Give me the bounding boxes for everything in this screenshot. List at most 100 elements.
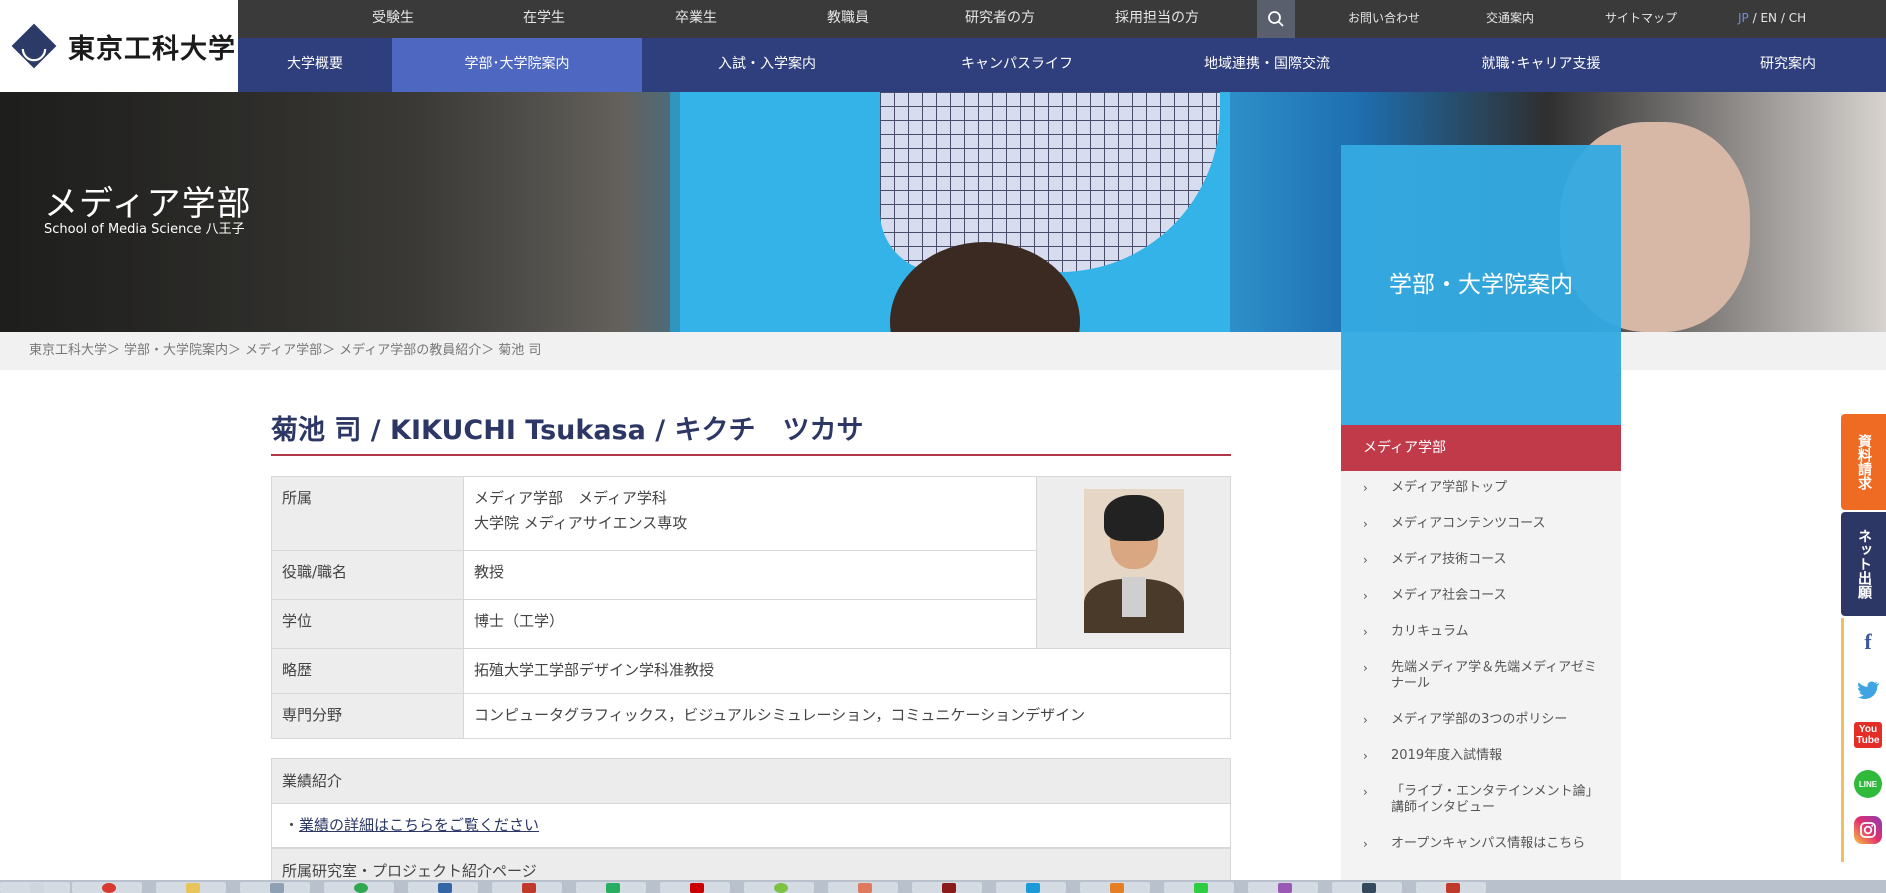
row-value: メディア学部 メディア学科 大学院 メディアサイエンス専攻 [463, 476, 1037, 551]
taskbar-item[interactable] [576, 882, 646, 893]
breadcrumb-faculty-list[interactable]: メディア学部の教員紹介＞ [339, 332, 494, 370]
photo-hair [1103, 494, 1164, 541]
twitter-icon[interactable] [1854, 676, 1882, 704]
row-value: 教授 [463, 550, 1037, 600]
breadcrumb-home[interactable]: 東京工科大学＞ [29, 332, 120, 370]
hero-subtitle: School of Media Science 八王子 [44, 222, 245, 237]
achievements-link[interactable]: 業績の詳細はこちらをご覧ください [299, 816, 539, 834]
taskbar-item[interactable] [828, 882, 898, 893]
row-value: 博士（工学） [463, 599, 1037, 649]
instagram-icon[interactable] [1854, 816, 1882, 844]
document-request-tab[interactable]: 資料請求 [1841, 414, 1886, 510]
taskbar-item[interactable] [492, 882, 562, 893]
taskbar-item[interactable] [240, 882, 310, 893]
profile-table: 所属 メディア学部 メディア学科 大学院 メディアサイエンス専攻 役職/職名 教… [271, 476, 1231, 739]
chevron-right-icon: › [1363, 749, 1368, 763]
topbar-link-researchers[interactable]: 研究者の方 [965, 0, 1035, 38]
lang-en[interactable]: / EN [1753, 11, 1777, 25]
table-row: 所属 メディア学部 メディア学科 大学院 メディアサイエンス専攻 [271, 476, 1231, 649]
nav-research[interactable]: 研究案内 [1690, 38, 1886, 92]
line-icon[interactable]: LINE [1854, 770, 1882, 798]
topbar-link-applicants[interactable]: 受験生 [372, 0, 414, 38]
side-panel-category[interactable]: メディア学部 [1341, 425, 1621, 471]
social-links: f You Tube LINE [1841, 618, 1886, 862]
logo-text: 東京工科大学 [68, 33, 236, 65]
chevron-right-icon: › [1363, 625, 1368, 639]
search-button[interactable] [1257, 0, 1295, 38]
side-menu: › メディア学部トップ › メディアコンテンツコース › メディア技術コース ›… [1341, 471, 1621, 893]
taskbar-item[interactable] [660, 882, 730, 893]
chevron-right-icon: › [1363, 481, 1368, 495]
youtube-label: You Tube [1854, 722, 1882, 748]
nav-faculties[interactable]: 学部･大学院案内 [392, 38, 642, 92]
affiliation-line-1: メディア学部 メディア学科 [474, 489, 667, 507]
chevron-right-icon: › [1363, 713, 1368, 727]
row-label: 略歴 [271, 648, 464, 694]
affiliation-line-2: 大学院 メディアサイエンス専攻 [474, 514, 688, 532]
topbar-link-recruiters[interactable]: 採用担当の方 [1115, 0, 1199, 38]
facebook-icon[interactable]: f [1854, 628, 1882, 656]
table-row: 専門分野 コンピュータグラフィックス，ビジュアルシミュレーション，コミュニケーシ… [271, 693, 1231, 739]
line-label: LINE [1858, 779, 1878, 789]
taskbar-item[interactable] [744, 882, 814, 893]
chevron-right-icon: › [1363, 661, 1368, 675]
top-utility-bar: 受験生 在学生 卒業生 教職員 研究者の方 採用担当の方 お問い合わせ 交通案内… [238, 0, 1886, 38]
topbar-link-staff[interactable]: 教職員 [827, 0, 869, 38]
search-icon [1268, 11, 1284, 27]
photo-cell [1036, 476, 1231, 649]
topbar-link-students[interactable]: 在学生 [523, 0, 565, 38]
row-value: コンピュータグラフィックス，ビジュアルシミュレーション，コミュニケーションデザイ… [463, 693, 1231, 739]
breadcrumb-media[interactable]: メディア学部＞ [245, 332, 335, 370]
taskbar-item[interactable] [912, 882, 982, 893]
university-logo[interactable]: 東京工科大学 [0, 0, 238, 92]
nav-admissions[interactable]: 入試・入学案内 [642, 38, 892, 92]
topbar-link-contact[interactable]: お問い合わせ [1348, 0, 1420, 38]
taskbar-item[interactable] [324, 882, 394, 893]
topbar-link-sitemap[interactable]: サイトマップ [1605, 0, 1677, 38]
table-row: 略歴 拓殖大学工学部デザイン学科准教授 [271, 648, 1231, 694]
row-label: 専門分野 [271, 693, 464, 739]
taskbar-item[interactable] [1248, 882, 1318, 893]
row-label: 所属 [271, 476, 464, 551]
title-underline [271, 454, 1231, 456]
taskbar-item[interactable] [1332, 882, 1402, 893]
main-navigation: 大学概要 学部･大学院案内 入試・入学案内 キャンパスライフ 地域連携・国際交流… [238, 38, 1886, 92]
breadcrumb: 東京工科大学＞ 学部・大学院案内＞ メディア学部＞ メディア学部の教員紹介＞ 菊… [29, 332, 545, 370]
youtube-icon[interactable]: You Tube [1854, 718, 1882, 752]
nav-about[interactable]: 大学概要 [238, 38, 392, 92]
side-panel-header: 学部・大学院案内 [1341, 145, 1621, 425]
topbar-link-alumni[interactable]: 卒業生 [675, 0, 717, 38]
chevron-right-icon: › [1363, 785, 1368, 799]
taskbar-item[interactable] [156, 882, 226, 893]
photo-shirt [1121, 576, 1146, 617]
nav-career[interactable]: 就職･キャリア支援 [1392, 38, 1690, 92]
nav-international[interactable]: 地域連携・国際交流 [1142, 38, 1392, 92]
breadcrumb-current: 菊池 司 [498, 343, 542, 358]
twitter-bird-shape [1858, 681, 1879, 699]
taskbar-item[interactable] [996, 882, 1066, 893]
os-taskbar [0, 880, 1886, 893]
instagram-glyph [1860, 822, 1876, 838]
faculty-photo [1083, 488, 1184, 633]
row-value: 拓殖大学工学部デザイン学科准教授 [463, 648, 1231, 694]
taskbar-item[interactable] [1164, 882, 1234, 893]
taskbar-item[interactable] [1080, 882, 1150, 893]
logo-mark-icon [11, 23, 57, 69]
lang-ch[interactable]: / CH [1781, 11, 1806, 25]
chevron-right-icon: › [1363, 837, 1368, 851]
lang-jp[interactable]: JP [1738, 11, 1749, 25]
taskbar-item[interactable] [0, 882, 70, 893]
taskbar-item[interactable] [408, 882, 478, 893]
chevron-right-icon: › [1363, 589, 1368, 603]
chevron-right-icon: › [1363, 517, 1368, 531]
achievements-header: 業績紹介 [271, 758, 1231, 804]
row-label: 学位 [271, 599, 464, 649]
breadcrumb-faculties[interactable]: 学部・大学院案内＞ [124, 332, 241, 370]
achievements-body: ・業績の詳細はこちらをご覧ください [271, 804, 1231, 848]
taskbar-item[interactable] [1416, 882, 1486, 893]
taskbar-item[interactable] [72, 882, 142, 893]
online-application-tab[interactable]: ネット出願 [1841, 512, 1886, 616]
topbar-link-access[interactable]: 交通案内 [1486, 0, 1534, 38]
nav-campus-life[interactable]: キャンパスライフ [892, 38, 1142, 92]
bullet: ・ [284, 816, 300, 834]
